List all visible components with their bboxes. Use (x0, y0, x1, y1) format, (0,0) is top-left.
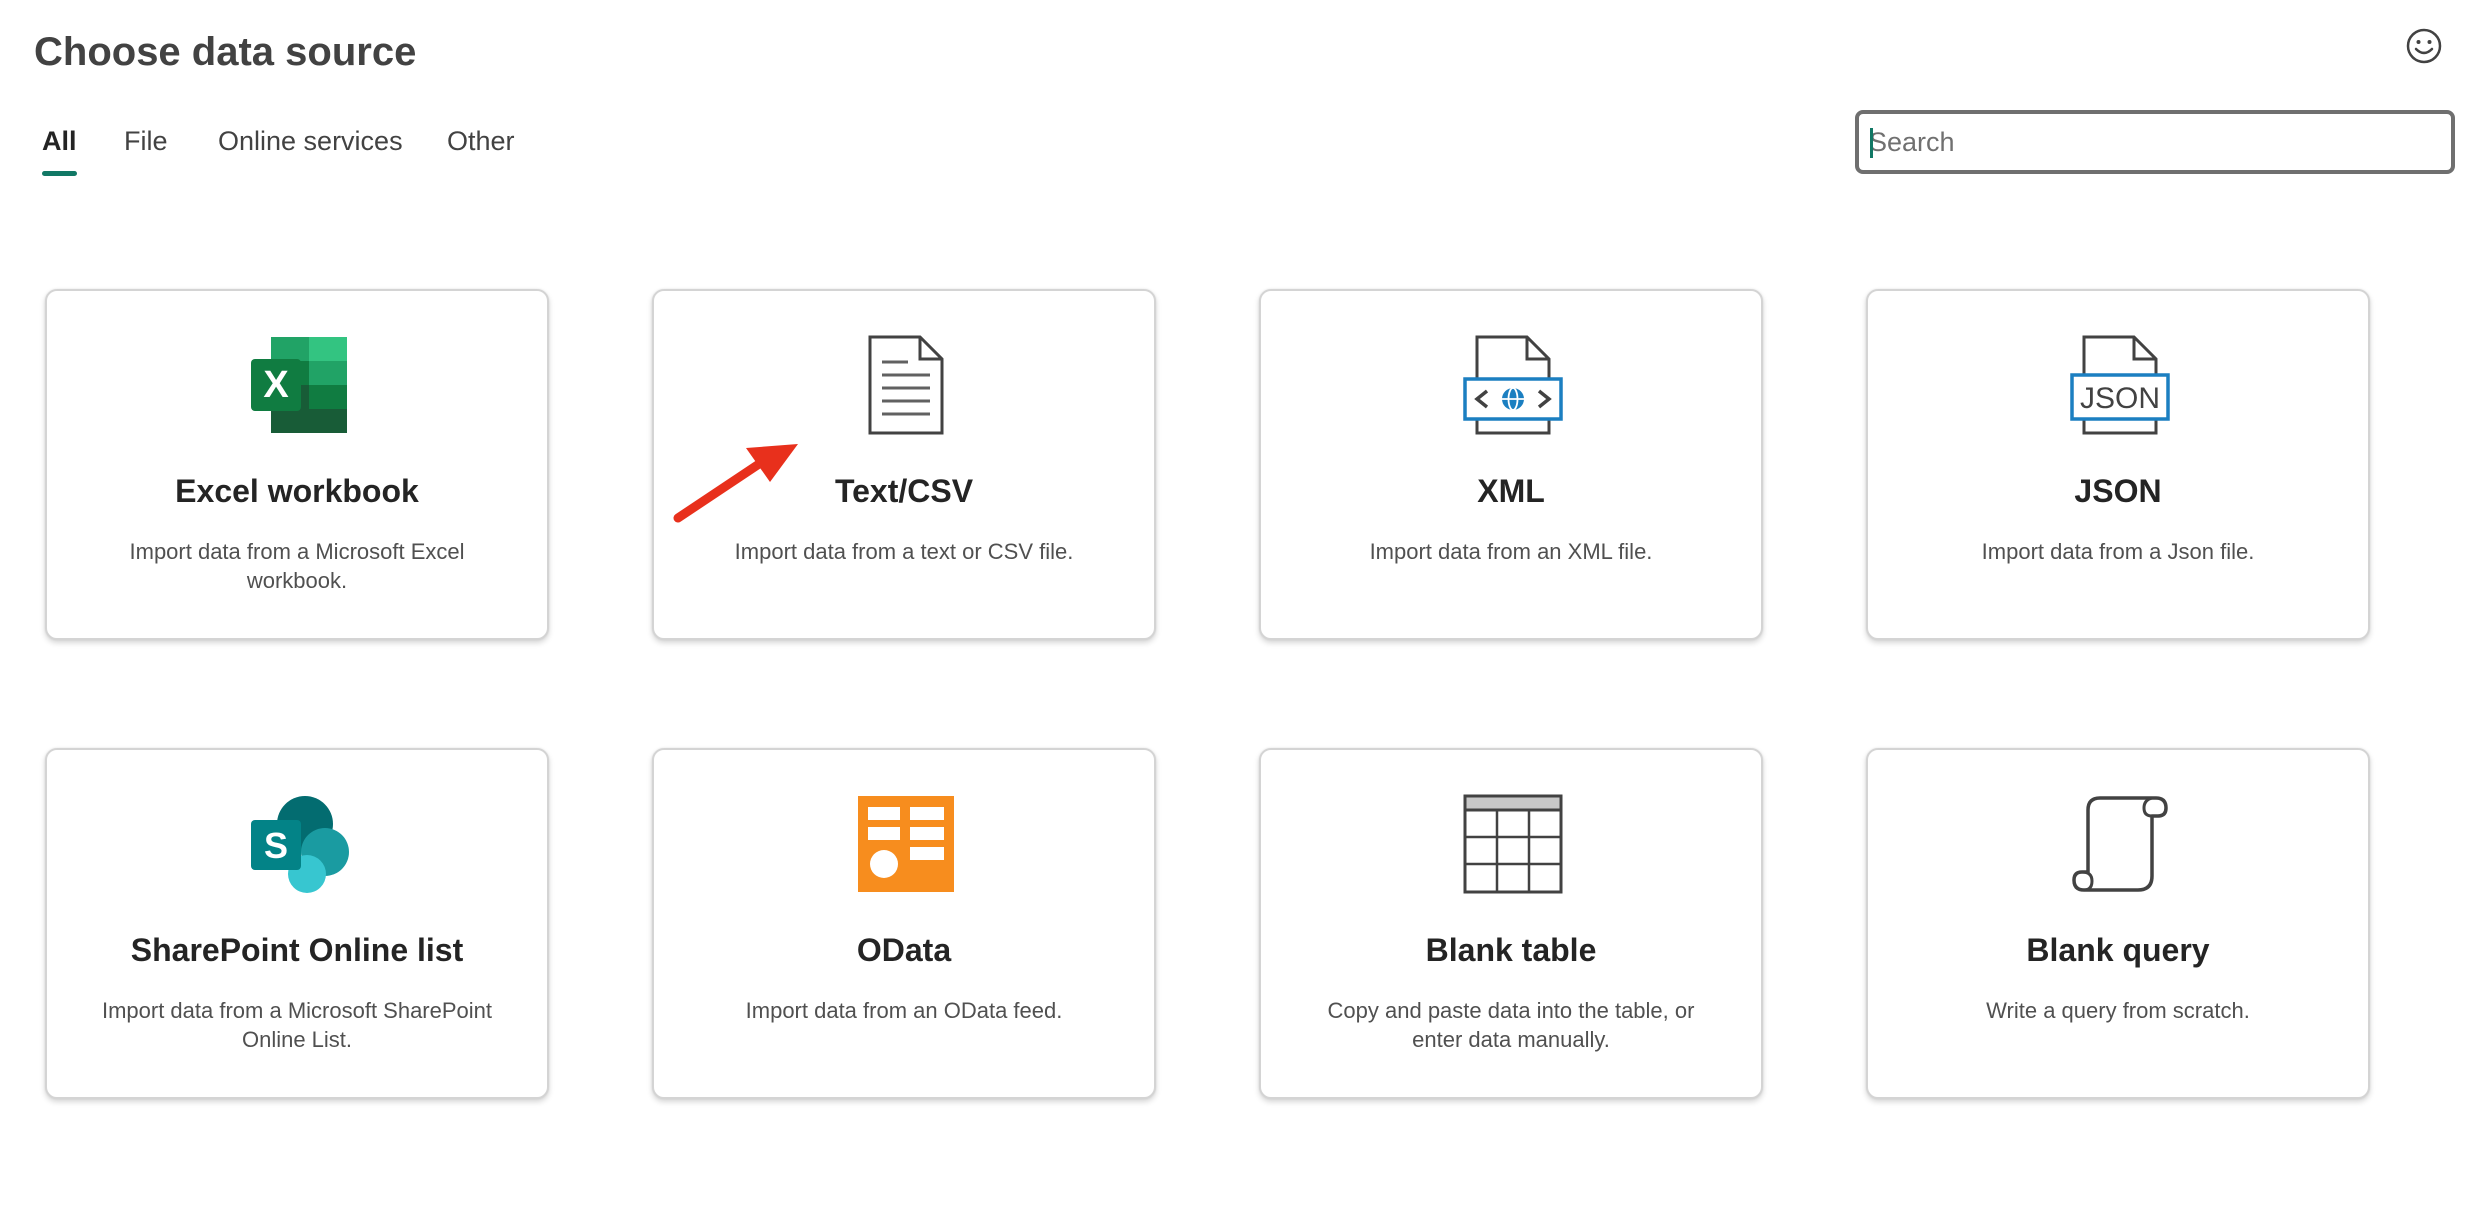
tab-online-services[interactable]: Online services (218, 126, 403, 176)
card-description: Import data from a Microsoft Excel workb… (129, 539, 465, 593)
page-title: Choose data source (34, 30, 417, 74)
card-title: JSON (2074, 473, 2162, 509)
card-blank-query[interactable]: Blank query Write a query from scratch. (1866, 748, 2370, 1099)
card-title: SharePoint Online list (130, 932, 464, 968)
text-file-icon (856, 335, 956, 435)
card-odata[interactable]: OData Import data from an OData feed. (652, 748, 1156, 1099)
card-xml[interactable]: XML Import data from an XML file. (1259, 289, 1763, 640)
svg-text:X: X (263, 364, 289, 406)
card-description: Copy and paste data into the table, or e… (1327, 998, 1695, 1052)
scroll-icon (2070, 794, 2170, 894)
card-title: Blank query (2026, 932, 2210, 968)
tab-all[interactable]: All (42, 126, 77, 176)
blank-table-icon (1463, 794, 1563, 894)
card-description: Write a query from scratch. (1986, 998, 2250, 1023)
card-blank-table[interactable]: Blank table Copy and paste data into the… (1259, 748, 1763, 1099)
excel-icon: X (249, 335, 349, 435)
card-json[interactable]: JSON JSON Import data from a Json file. (1866, 289, 2370, 640)
odata-icon (856, 794, 956, 894)
search-input[interactable] (1859, 114, 2451, 170)
card-title: XML (1477, 473, 1545, 509)
card-excel-workbook[interactable]: X Excel workbook Import data from a Micr… (45, 289, 549, 640)
card-description: Import data from an XML file. (1369, 539, 1653, 564)
json-file-icon: JSON (2070, 335, 2170, 435)
smiley-feedback-icon[interactable] (2404, 26, 2444, 66)
card-description: Import data from an OData feed. (745, 998, 1063, 1023)
choose-data-source-dialog: Choose data source All File Online servi… (0, 0, 2482, 1232)
card-title: Blank table (1425, 932, 1597, 968)
card-description: Import data from a text or CSV file. (734, 539, 1074, 564)
card-description: Import data from a Json file. (1981, 539, 2255, 564)
search-box[interactable] (1855, 110, 2455, 174)
red-annotation-arrow (673, 444, 798, 523)
svg-text:S: S (264, 825, 288, 866)
xml-file-icon (1463, 335, 1563, 435)
sharepoint-icon: S (249, 794, 349, 894)
text-caret (1870, 128, 1873, 158)
card-sharepoint-online-list[interactable]: S SharePoint Online list Import data fro… (45, 748, 549, 1099)
card-title: OData (856, 932, 952, 968)
tab-file[interactable]: File (124, 126, 168, 176)
tab-other[interactable]: Other (447, 126, 515, 176)
card-title: Excel workbook (175, 473, 419, 509)
card-description: Import data from a Microsoft SharePoint … (101, 998, 493, 1052)
json-icon-text: JSON (2080, 382, 2160, 415)
